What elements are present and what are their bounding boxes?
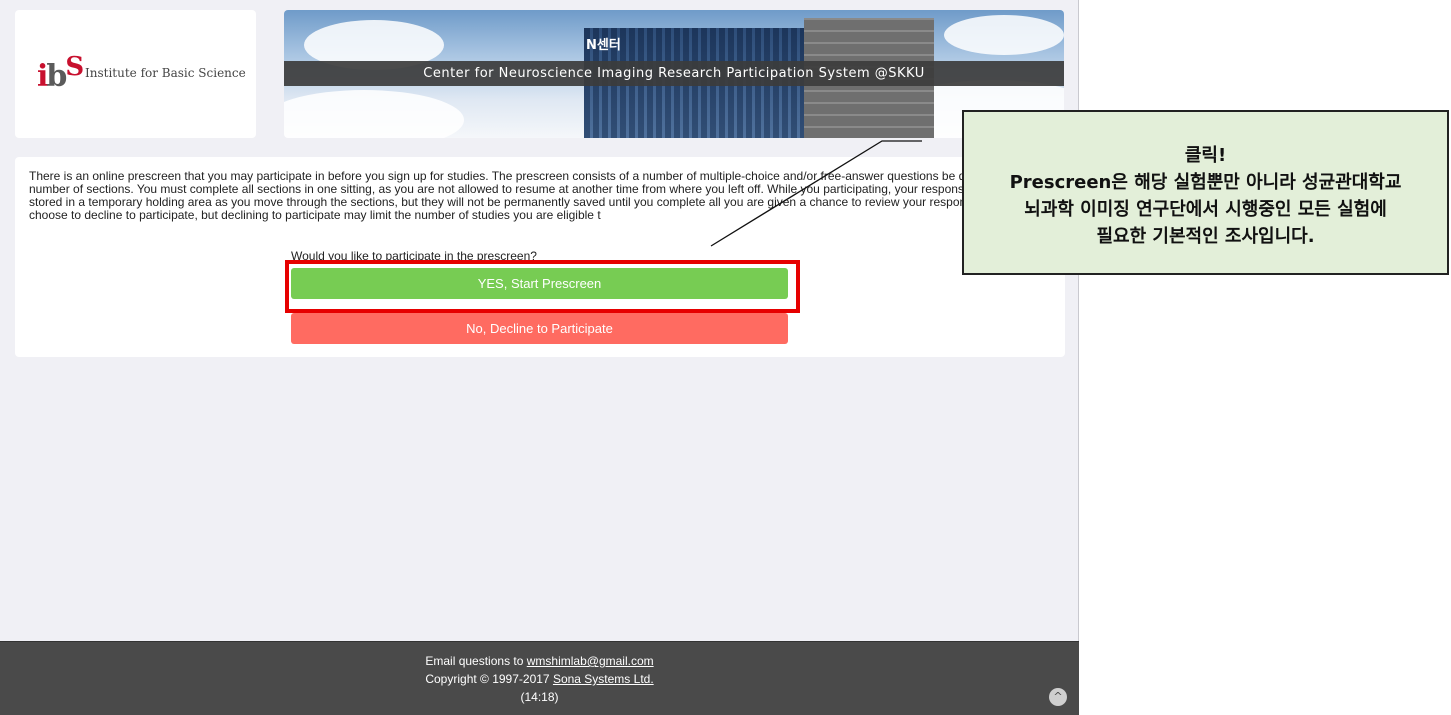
callout-line-3: 뇌과학 이미징 연구단에서 시행중인 모든 실험에	[1024, 199, 1387, 220]
callout-connector	[710, 140, 922, 247]
callout-line-2: Prescreen은 해당 실험뿐만 아니라 성균관대학교	[1009, 172, 1402, 193]
callout-line-4: 필요한 기본적인 조사입니다.	[1096, 226, 1315, 247]
callout-line-1: 클릭!	[1184, 145, 1227, 166]
annotation-callout: 클릭! Prescreen은 해당 실험뿐만 아니라 성균관대학교 뇌과학 이미…	[962, 110, 1449, 275]
